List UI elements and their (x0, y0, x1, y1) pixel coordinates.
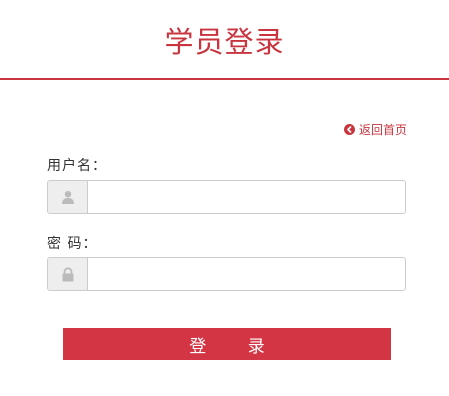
user-icon (48, 181, 88, 213)
arrow-left-circle-icon (343, 124, 355, 135)
username-input-group (47, 180, 406, 214)
username-label: 用户名： (47, 158, 107, 174)
back-home-label: 返回首页 (358, 123, 407, 137)
password-input[interactable] (88, 258, 405, 290)
login-button[interactable]: 登 录 (63, 328, 391, 360)
username-input[interactable] (88, 181, 405, 213)
password-label: 密 码： (47, 236, 98, 252)
lock-icon (48, 258, 88, 290)
page-header: 学员登录 (0, 0, 449, 80)
password-input-group (47, 257, 406, 291)
back-home-link[interactable]: 返回首页 (343, 121, 407, 138)
page-title: 学员登录 (164, 25, 285, 59)
